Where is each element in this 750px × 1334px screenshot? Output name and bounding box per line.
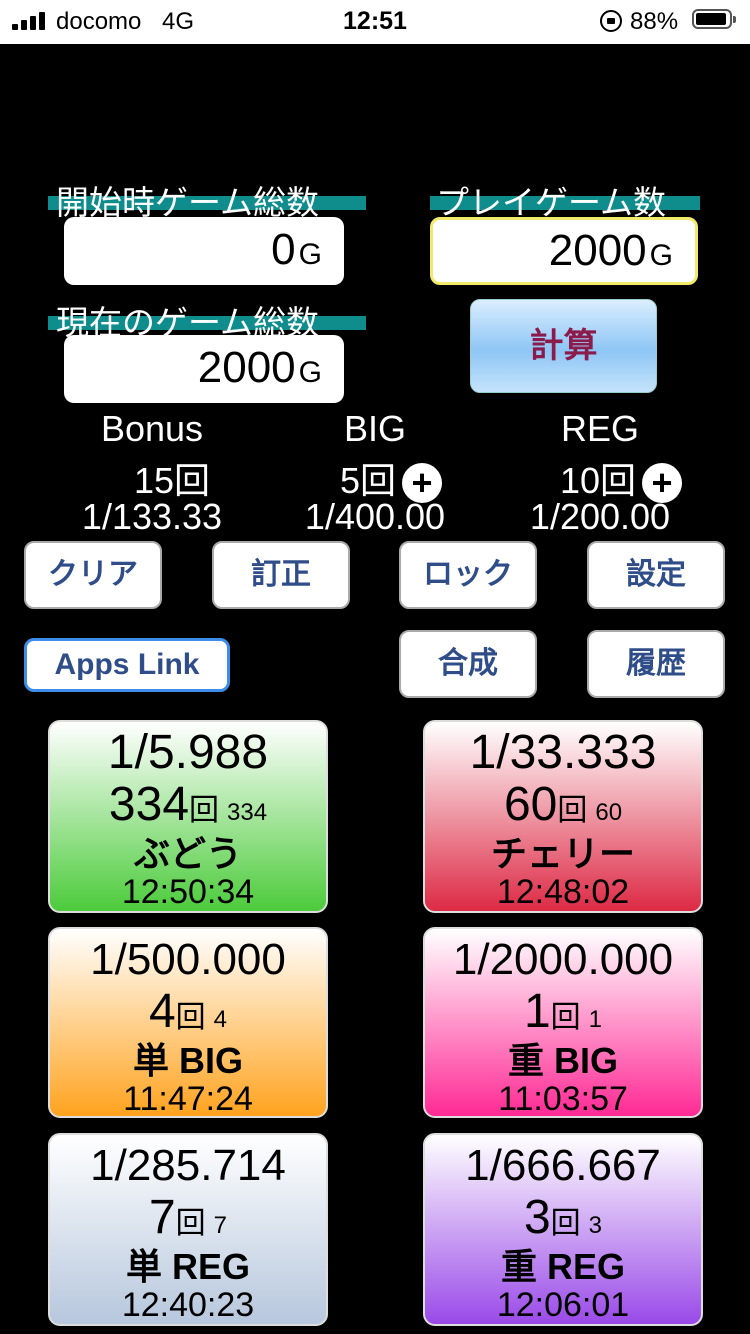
- counter-time: 12:06:01: [496, 1286, 630, 1324]
- history-button[interactable]: 履歴: [587, 630, 725, 698]
- counter-card[interactable]: 1/500.000 4回 4 単 BIG 11:47:24: [48, 927, 328, 1118]
- counter-unit: 回: [189, 794, 220, 827]
- counter-count-row: 4回 4: [50, 987, 326, 1045]
- counter-count: 60: [503, 778, 558, 831]
- counter-count-row: 60回 60: [425, 780, 701, 838]
- counter-card[interactable]: 1/285.714 7回 7 単 REG 12:40:23: [48, 1133, 328, 1326]
- counter-ratio: 1/5.988: [107, 726, 269, 779]
- counter-unit: 回: [175, 1207, 206, 1240]
- counter-count: 3: [523, 1191, 551, 1244]
- counter-sub-count: 3: [588, 1212, 603, 1239]
- play-games-label: プレイゲーム数: [430, 176, 700, 221]
- big-count: 5回: [340, 460, 397, 501]
- start-total-label: 開始時ゲーム総数: [48, 176, 366, 221]
- orientation-lock-icon: [600, 10, 622, 32]
- big-label: BIG: [343, 408, 406, 449]
- counter-time: 12:40:23: [121, 1286, 255, 1324]
- bonus-ratio: 1/133.33: [81, 496, 223, 537]
- calculate-button[interactable]: 計算: [470, 299, 657, 393]
- counter-count-row: 334回 334: [50, 780, 326, 838]
- counter-card[interactable]: 1/5.988 334回 334 ぶどう 12:50:34: [48, 720, 328, 913]
- big-ratio: 1/400.00: [304, 496, 446, 537]
- bonus-stat: Bonus: [62, 408, 242, 450]
- counter-name: 重 BIG: [507, 1040, 618, 1081]
- counter-sub-count: 4: [213, 1006, 228, 1033]
- counter-ratio: 1/500.000: [90, 935, 286, 984]
- counter-time: 12:48:02: [496, 873, 630, 911]
- counter-name: チェリー: [490, 833, 635, 874]
- start-total-field[interactable]: 0G: [64, 217, 344, 285]
- battery-icon: [692, 9, 736, 29]
- counter-ratio: 1/285.714: [90, 1141, 286, 1190]
- counter-card[interactable]: 1/666.667 3回 3 重 REG 12:06:01: [423, 1133, 703, 1326]
- counter-ratio: 1/33.333: [469, 726, 657, 779]
- settings-button[interactable]: 設定: [587, 541, 725, 609]
- correct-button[interactable]: 訂正: [212, 541, 350, 609]
- reg-ratio: 1/200.00: [529, 496, 671, 537]
- counter-sub-count: 334: [227, 799, 268, 826]
- counter-unit: 回: [175, 1001, 206, 1034]
- counter-name: 単 BIG: [132, 1040, 243, 1081]
- combine-button[interactable]: 合成: [399, 630, 537, 698]
- counter-unit: 回: [550, 1001, 581, 1034]
- counter-count: 7: [148, 1191, 176, 1244]
- lock-button[interactable]: ロック: [399, 541, 537, 609]
- counter-sub-count: 7: [213, 1212, 228, 1239]
- current-total-field[interactable]: 2000 G: [64, 335, 344, 403]
- counter-count-row: 3回 3: [425, 1193, 701, 1251]
- counter-sub-count: 1: [588, 1006, 603, 1033]
- counter-sub-count: 60: [595, 799, 623, 826]
- battery-percent: 88%: [630, 8, 679, 35]
- reg-count: 10回: [560, 460, 637, 501]
- counter-count-row: 1回 1: [425, 987, 701, 1045]
- apps-link-button[interactable]: Apps Link: [24, 638, 230, 692]
- current-total-label: 現在のゲーム総数: [48, 296, 366, 341]
- clear-button[interactable]: クリア: [24, 541, 162, 609]
- counter-count-row: 7回 7: [50, 1193, 326, 1251]
- counter-time: 12:50:34: [121, 873, 255, 911]
- counter-name: 重 REG: [500, 1246, 625, 1287]
- counter-ratio: 1/2000.000: [452, 935, 674, 984]
- counter-time: 11:47:24: [123, 1080, 253, 1118]
- counter-unit: 回: [550, 1207, 581, 1240]
- counter-name: ぶどう: [133, 833, 242, 874]
- counter-card[interactable]: 1/33.333 60回 60 チェリー 12:48:02: [423, 720, 703, 913]
- counter-ratio: 1/666.667: [465, 1141, 661, 1190]
- counter-card[interactable]: 1/2000.000 1回 1 重 BIG 11:03:57: [423, 927, 703, 1118]
- counter-unit: 回: [557, 794, 588, 827]
- reg-label: REG: [560, 408, 639, 449]
- status-bar: docomo 4G 12:51 88%: [0, 0, 750, 44]
- bonus-label: Bonus: [100, 408, 204, 449]
- play-games-field[interactable]: 2000 G: [430, 217, 698, 285]
- counter-time: 11:03:57: [498, 1080, 628, 1118]
- counter-count: 334: [108, 778, 190, 831]
- counter-count: 1: [523, 985, 551, 1038]
- counter-name: 単 REG: [125, 1246, 250, 1287]
- counter-count: 4: [148, 985, 176, 1038]
